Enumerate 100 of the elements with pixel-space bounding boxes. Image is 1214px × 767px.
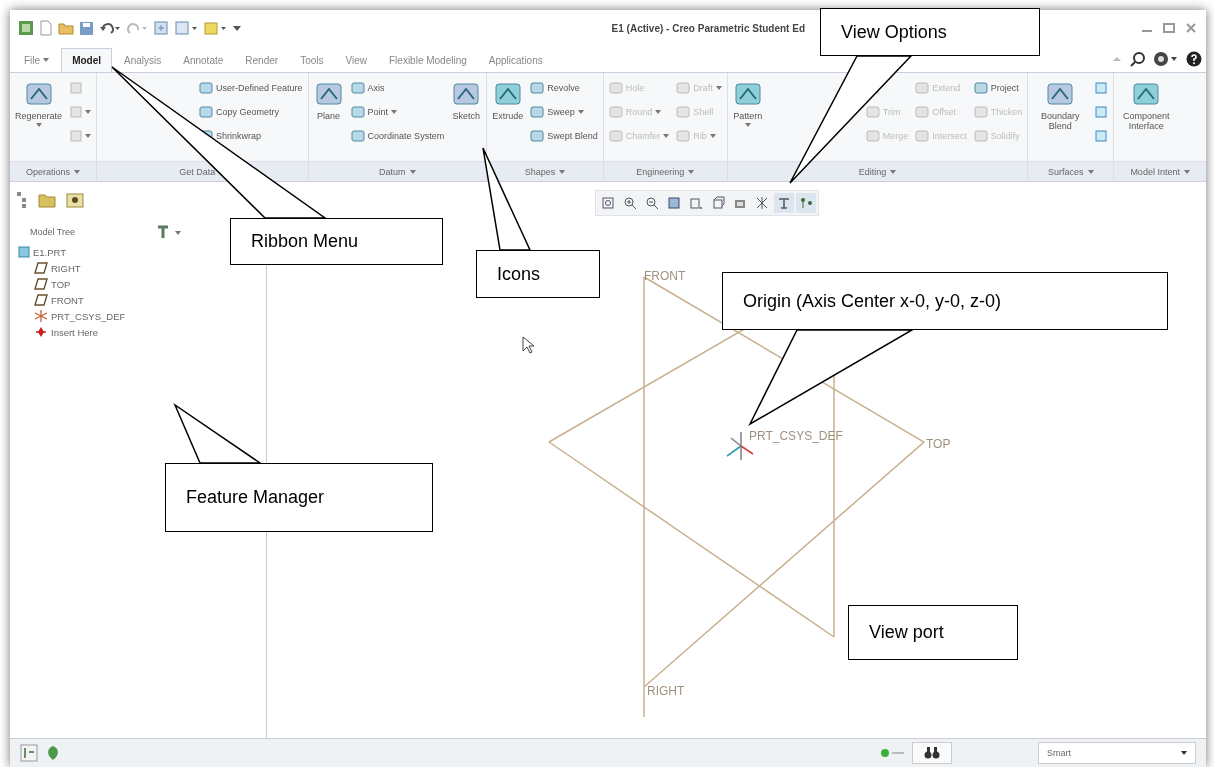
caret-icon bbox=[709, 133, 716, 138]
view-tool-button[interactable] bbox=[774, 193, 794, 213]
search-icon[interactable] bbox=[1130, 51, 1146, 67]
group-label[interactable]: Engineering bbox=[603, 161, 727, 181]
tool-icon bbox=[608, 104, 623, 119]
folder-icon[interactable] bbox=[58, 21, 74, 35]
message-log-icon[interactable] bbox=[20, 744, 38, 762]
maximize-icon[interactable] bbox=[1162, 22, 1176, 34]
close-icon[interactable] bbox=[1184, 22, 1198, 34]
ribbon-tab[interactable]: Applications bbox=[478, 48, 553, 72]
ribbon-button[interactable]: Regenerate bbox=[13, 77, 65, 129]
tool-icon bbox=[350, 80, 365, 95]
ribbon-button[interactable]: Axis bbox=[348, 77, 447, 98]
ribbon-tab[interactable]: Render bbox=[235, 48, 289, 72]
ribbon-button[interactable]: Revolve bbox=[528, 77, 600, 98]
ribbon-button[interactable]: Sketch bbox=[449, 77, 484, 123]
callout-label: Icons bbox=[476, 250, 600, 298]
tool-icon bbox=[608, 80, 623, 95]
callout-label: Origin (Axis Center x-0, y-0, z-0) bbox=[722, 272, 1168, 330]
tool-icon bbox=[530, 104, 545, 119]
ribbon-tab[interactable]: View bbox=[335, 48, 377, 72]
group-label[interactable]: Model Intent bbox=[1114, 161, 1206, 181]
tool-icon bbox=[69, 104, 84, 119]
ribbon-button[interactable]: Plane bbox=[311, 77, 346, 123]
ribbon-button[interactable]: Coordinate System bbox=[348, 125, 447, 146]
group-label[interactable]: Shapes bbox=[487, 161, 603, 181]
caret-icon bbox=[85, 109, 92, 114]
regenerate-icon[interactable] bbox=[153, 20, 169, 36]
tree-settings-icon[interactable] bbox=[155, 224, 184, 240]
tool-icon bbox=[199, 104, 214, 119]
redo-icon[interactable] bbox=[126, 21, 148, 35]
repaint-icon bbox=[667, 196, 681, 210]
mouse-pointer-icon bbox=[522, 336, 535, 354]
zoom-fit-icon bbox=[601, 196, 615, 210]
caret-icon bbox=[85, 133, 92, 138]
tool-icon bbox=[915, 104, 930, 119]
datum-label: FRONT bbox=[644, 269, 686, 283]
tool-icon bbox=[865, 128, 880, 143]
filter-dropdown[interactable]: Smart bbox=[1038, 742, 1196, 764]
app-logo-icon bbox=[18, 20, 34, 36]
binoculars-icon bbox=[924, 746, 940, 760]
caret-icon bbox=[655, 109, 662, 114]
saved-views-icon bbox=[711, 196, 725, 210]
view-tool-button[interactable] bbox=[796, 193, 816, 213]
status-light-icon bbox=[880, 748, 906, 758]
ribbon-tab[interactable]: File bbox=[14, 48, 60, 72]
orient-icon bbox=[689, 196, 703, 210]
tree-item[interactable]: TOP bbox=[32, 276, 71, 292]
ribbon-button[interactable]: Pattern bbox=[730, 77, 765, 129]
panel-header: Model Tree bbox=[30, 227, 76, 237]
caret-icon bbox=[409, 169, 416, 174]
tool-icon bbox=[1094, 80, 1109, 95]
ribbon-tab[interactable]: Flexible Modeling bbox=[379, 48, 477, 72]
ribbon-button[interactable]: Point bbox=[348, 101, 447, 122]
group-label[interactable]: Operations bbox=[10, 161, 97, 181]
caret-icon bbox=[577, 109, 584, 114]
ribbon-button[interactable]: Swept Blend bbox=[528, 125, 600, 146]
caret-icon bbox=[559, 169, 566, 174]
ribbon-button[interactable]: User-Defined Feature bbox=[197, 77, 305, 98]
zoom-out-icon bbox=[645, 196, 659, 210]
caret-icon bbox=[688, 169, 695, 174]
favorites-tab-icon[interactable] bbox=[64, 190, 86, 210]
group-label[interactable]: Datum bbox=[308, 161, 487, 181]
tree-item[interactable]: E1.PRT bbox=[16, 244, 67, 260]
ribbon-tab[interactable]: Annotate bbox=[173, 48, 234, 72]
datum-display-icon bbox=[755, 196, 769, 210]
group-label[interactable]: Surfaces bbox=[1028, 161, 1114, 181]
tool-icon bbox=[865, 104, 880, 119]
ribbon-button[interactable]: Project bbox=[971, 77, 1025, 98]
annotation-display-icon bbox=[777, 196, 791, 210]
help-icon[interactable] bbox=[1186, 51, 1202, 67]
ribbon-button[interactable]: Copy Geometry bbox=[197, 101, 305, 122]
tool-icon bbox=[530, 80, 545, 95]
ribbon-tab[interactable]: Tools bbox=[290, 48, 334, 72]
tool-icon bbox=[69, 80, 84, 95]
ribbon-button[interactable]: Sweep bbox=[528, 101, 600, 122]
caret-icon bbox=[391, 109, 398, 114]
find-button[interactable] bbox=[912, 742, 952, 764]
window-icon[interactable] bbox=[174, 20, 198, 36]
ribbon-tab[interactable]: Analysis bbox=[114, 48, 172, 72]
new-file-icon[interactable] bbox=[39, 20, 53, 36]
undo-icon[interactable] bbox=[99, 21, 121, 35]
tool-icon bbox=[676, 80, 691, 95]
tree-item[interactable]: FRONT bbox=[32, 292, 84, 308]
ribbon-button[interactable]: Extrude bbox=[490, 77, 526, 123]
group-label[interactable]: Editing bbox=[727, 161, 1028, 181]
tool-icon bbox=[350, 128, 365, 143]
save-icon[interactable] bbox=[79, 20, 94, 36]
tree-item[interactable]: Insert Here bbox=[32, 324, 98, 340]
caret-icon bbox=[43, 58, 50, 62]
caret-icon bbox=[1181, 751, 1187, 755]
caret-icon bbox=[744, 123, 751, 127]
ribbon-tab[interactable]: Model bbox=[61, 48, 112, 72]
ribbon-button[interactable]: Boundary Blend bbox=[1031, 77, 1090, 133]
ribbon-button[interactable]: Component Interface bbox=[1117, 77, 1176, 133]
tree-item[interactable]: RIGHT bbox=[32, 260, 81, 276]
tool-icon bbox=[1094, 104, 1109, 119]
settings-icon[interactable] bbox=[1153, 51, 1179, 67]
customize-caret-icon[interactable] bbox=[232, 23, 242, 33]
tree-item[interactable]: PRT_CSYS_DEF bbox=[32, 308, 126, 324]
